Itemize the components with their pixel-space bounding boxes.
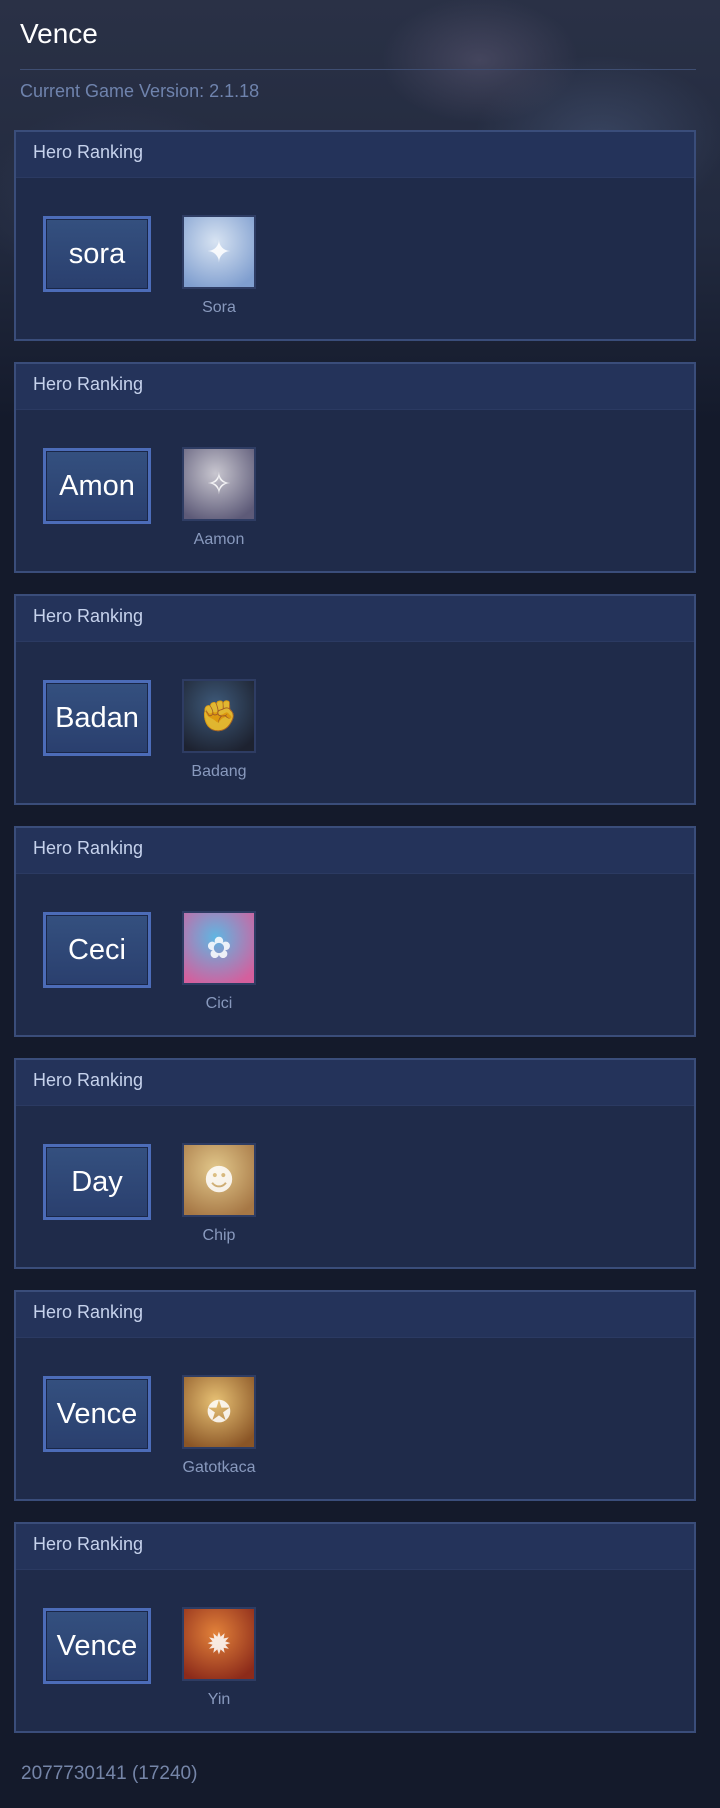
- hero-entry[interactable]: ✧ Aamon: [182, 447, 256, 549]
- page-title: Vence: [20, 18, 98, 49]
- card-body: Ceci ✿ Cici: [16, 874, 694, 1035]
- hero-ranking-card: Hero Ranking Day ☻ Chip: [14, 1058, 696, 1269]
- card-body: Badan ✊ Badang: [16, 642, 694, 803]
- hero-ranking-card: Hero Ranking Vence ✹ Yin: [14, 1522, 696, 1733]
- hero-ranking-card: Hero Ranking Amon ✧ Aamon: [14, 362, 696, 573]
- hero-portrait-icon[interactable]: ✧: [182, 447, 256, 521]
- player-id-label: 2077730141 (17240): [21, 1763, 198, 1784]
- hero-name-label: Yin: [207, 1691, 231, 1708]
- hero-ranking-card: Hero Ranking Ceci ✿ Cici: [14, 826, 696, 1037]
- card-header-title: Hero Ranking: [16, 132, 694, 178]
- hero-ranking-card: Hero Ranking sora ✦ Sora: [14, 130, 696, 341]
- hero-name-label: Gatotkaca: [182, 1459, 256, 1476]
- hero-name-label: Aamon: [193, 531, 245, 548]
- card-body: Day ☻ Chip: [16, 1106, 694, 1267]
- player-name-button[interactable]: Vence: [43, 1376, 151, 1452]
- card-header-title: Hero Ranking: [16, 1524, 694, 1570]
- hero-ranking-card: Hero Ranking Vence ✪ Gatotkaca: [14, 1290, 696, 1501]
- hero-portrait-icon[interactable]: ☻: [182, 1143, 256, 1217]
- card-body: sora ✦ Sora: [16, 178, 694, 339]
- player-name-button[interactable]: Day: [43, 1144, 151, 1220]
- player-name-button[interactable]: sora: [43, 216, 151, 292]
- player-name-button[interactable]: Badan: [43, 680, 151, 756]
- hero-name-label: Sora: [202, 299, 236, 316]
- hero-portrait-icon[interactable]: ✹: [182, 1607, 256, 1681]
- card-header-title: Hero Ranking: [16, 1292, 694, 1338]
- title-divider: [20, 69, 696, 70]
- player-name-button[interactable]: Amon: [43, 448, 151, 524]
- card-header-title: Hero Ranking: [16, 364, 694, 410]
- hero-portrait-icon[interactable]: ✦: [182, 215, 256, 289]
- hero-name-label: Chip: [202, 1227, 236, 1244]
- hero-name-label: Cici: [205, 995, 233, 1012]
- hero-entry[interactable]: ✹ Yin: [182, 1607, 256, 1709]
- card-body: Amon ✧ Aamon: [16, 410, 694, 571]
- card-header-title: Hero Ranking: [16, 828, 694, 874]
- hero-portrait-icon[interactable]: ✪: [182, 1375, 256, 1449]
- card-header-title: Hero Ranking: [16, 1060, 694, 1106]
- hero-entry[interactable]: ✿ Cici: [182, 911, 256, 1013]
- player-name-button[interactable]: Vence: [43, 1608, 151, 1684]
- game-version-label: Current Game Version: 2.1.18: [20, 81, 260, 101]
- hero-portrait-icon[interactable]: ✿: [182, 911, 256, 985]
- hero-entry[interactable]: ☻ Chip: [182, 1143, 256, 1245]
- hero-entry[interactable]: ✦ Sora: [182, 215, 256, 317]
- hero-entry[interactable]: ✪ Gatotkaca: [182, 1375, 256, 1477]
- card-body: Vence ✪ Gatotkaca: [16, 1338, 694, 1499]
- player-name-button[interactable]: Ceci: [43, 912, 151, 988]
- hero-ranking-card: Hero Ranking Badan ✊ Badang: [14, 594, 696, 805]
- hero-entry[interactable]: ✊ Badang: [182, 679, 256, 781]
- hero-name-label: Badang: [191, 763, 247, 780]
- card-header-title: Hero Ranking: [16, 596, 694, 642]
- hero-portrait-icon[interactable]: ✊: [182, 679, 256, 753]
- card-body: Vence ✹ Yin: [16, 1570, 694, 1731]
- page: Vence Current Game Version: 2.1.18 Hero …: [0, 0, 720, 1808]
